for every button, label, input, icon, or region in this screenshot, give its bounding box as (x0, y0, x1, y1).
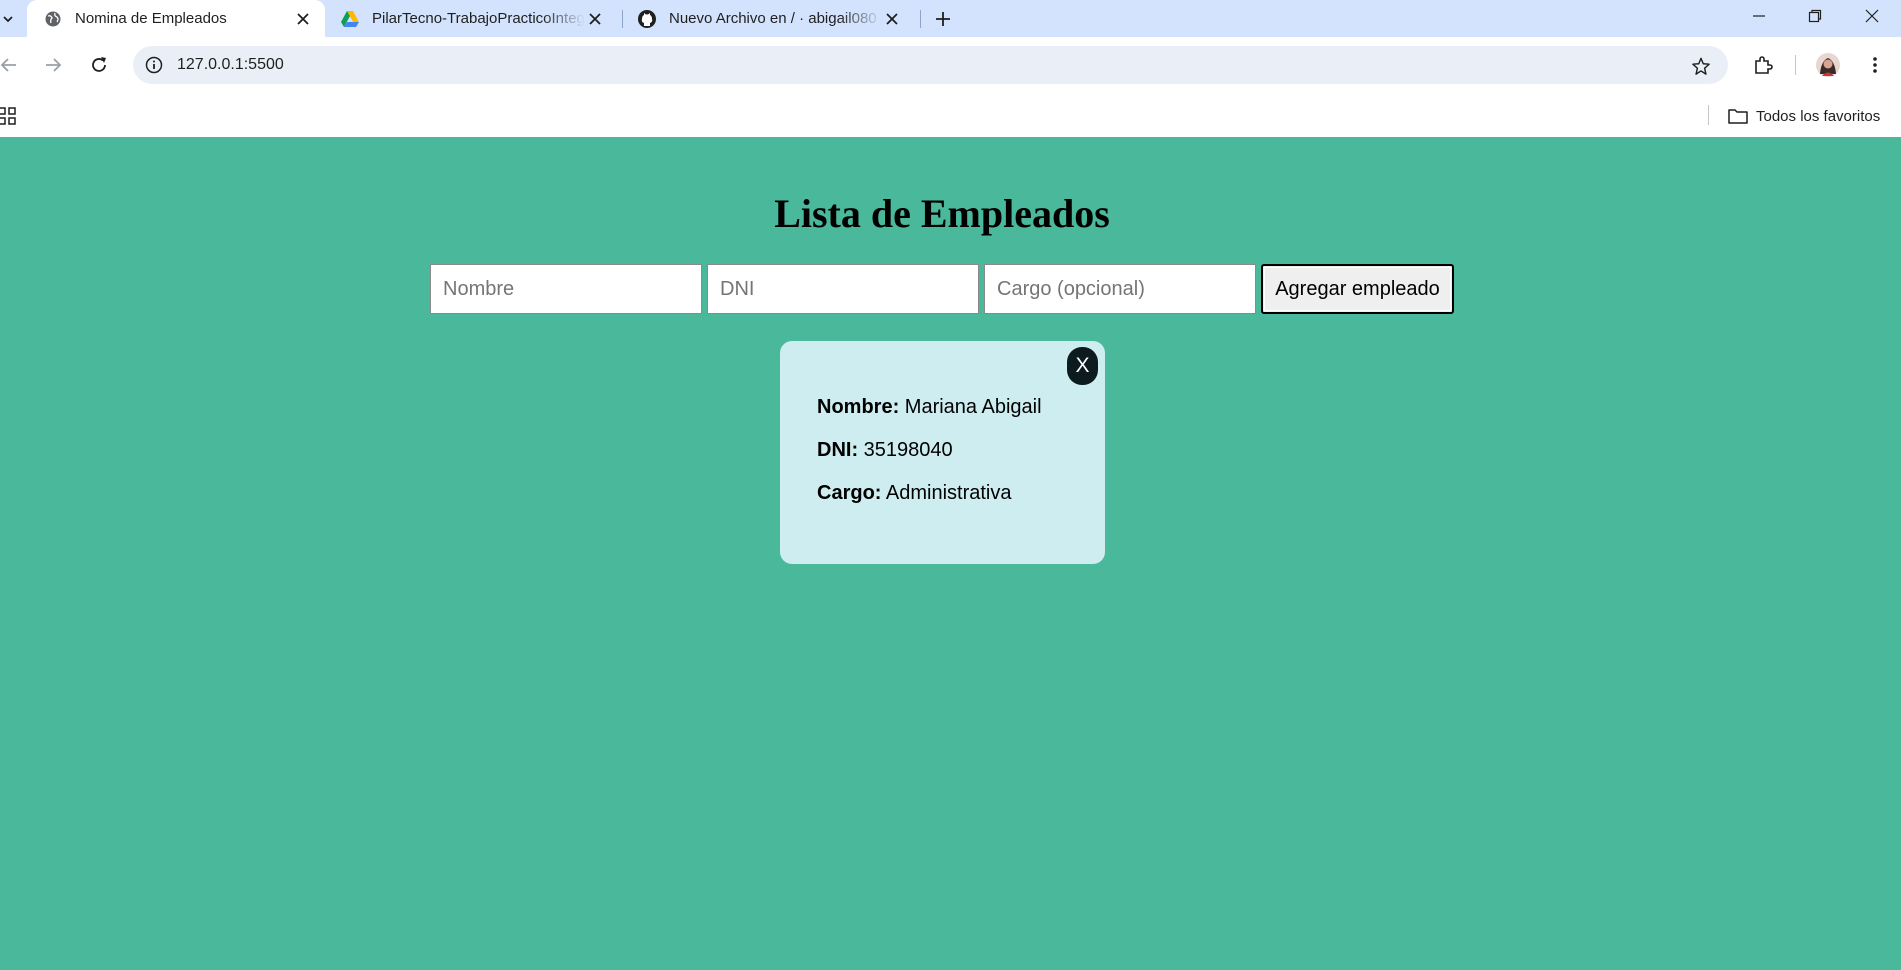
browser-toolbar: 127.0.0.1:5500 (0, 37, 1901, 94)
tab-separator (920, 10, 921, 28)
tab-title: Nuevo Archivo en / · abigail080 (669, 10, 877, 27)
employee-dni-row: DNI: 35198040 (817, 439, 953, 462)
url-text: 127.0.0.1:5500 (177, 56, 284, 73)
folder-icon (1728, 108, 1748, 124)
cargo-label: Cargo: (817, 482, 882, 504)
apps-grid-icon[interactable] (0, 107, 16, 125)
profile-avatar[interactable] (1812, 49, 1844, 81)
globe-icon (43, 9, 63, 29)
nombre-label: Nombre: (817, 396, 900, 418)
dni-input[interactable] (707, 264, 979, 314)
restore-window-icon[interactable] (1799, 0, 1831, 32)
google-drive-icon (340, 9, 360, 29)
toolbar-divider (1795, 55, 1796, 75)
tab-search-chevron-icon[interactable] (0, 3, 24, 35)
tab-nomina-empleados[interactable]: Nomina de Empleados (27, 0, 325, 37)
bookmarks-bar: Todos los favoritos (0, 94, 1901, 137)
minimize-icon[interactable] (1743, 0, 1775, 32)
all-bookmarks-folder[interactable]: Todos los favoritos (1728, 104, 1880, 128)
page-content: Lista de Empleados Agregar empleado X No… (0, 137, 1901, 970)
nombre-value: Mariana Abigail (904, 396, 1042, 418)
tab-title: PilarTecno-TrabajoPracticoInteg (372, 10, 585, 27)
reload-icon[interactable] (83, 49, 115, 81)
menu-kebab-icon[interactable] (1859, 49, 1891, 81)
dni-label: DNI: (817, 439, 859, 461)
back-arrow-icon[interactable] (0, 49, 25, 81)
forward-arrow-icon[interactable] (37, 49, 69, 81)
nombre-input[interactable] (430, 264, 702, 314)
cargo-value: Administrativa (885, 482, 1012, 504)
employee-nombre-row: Nombre: Mariana Abigail (817, 396, 1042, 419)
github-icon (637, 9, 657, 29)
tab-title: Nomina de Empleados (75, 10, 227, 27)
bookmarks-divider (1708, 105, 1709, 125)
tab-strip: Nomina de Empleados PilarTecno-TrabajoPr… (0, 0, 1901, 37)
new-tab-plus-icon[interactable] (927, 3, 959, 35)
close-tab-icon[interactable] (585, 9, 605, 29)
tab-pilartecno[interactable]: PilarTecno-TrabajoPracticoInteg (330, 0, 615, 37)
cargo-input[interactable] (984, 264, 1256, 314)
address-bar[interactable]: 127.0.0.1:5500 (133, 46, 1728, 84)
close-tab-icon[interactable] (293, 9, 313, 29)
tab-separator (622, 10, 623, 28)
add-employee-button[interactable]: Agregar empleado (1261, 264, 1454, 314)
site-info-icon[interactable] (145, 56, 163, 74)
close-window-icon[interactable] (1856, 0, 1888, 32)
tab-github-nuevo-archivo[interactable]: Nuevo Archivo en / · abigail080 (627, 0, 912, 37)
employee-cargo-row: Cargo: Administrativa (817, 482, 1012, 505)
bookmarks-folder-label: Todos los favoritos (1756, 107, 1881, 125)
close-tab-icon[interactable] (882, 9, 902, 29)
employee-card: X Nombre: Mariana Abigail DNI: 35198040 … (780, 341, 1105, 564)
page-title: Lista de Empleados (774, 191, 1110, 236)
bookmark-star-icon[interactable] (1692, 56, 1710, 75)
dni-value: 35198040 (863, 439, 953, 461)
extensions-puzzle-icon[interactable] (1747, 49, 1779, 81)
close-card-button[interactable]: X (1067, 347, 1098, 385)
